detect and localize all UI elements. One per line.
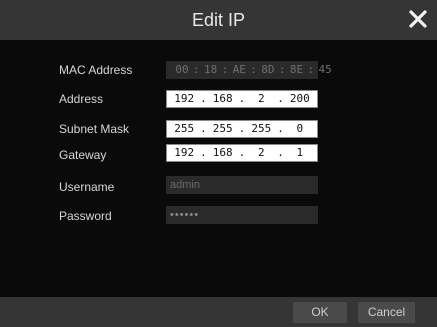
mac-address-label: MAC Address [59, 63, 133, 77]
close-icon[interactable] [407, 8, 429, 30]
mac-address-field: 00: 18: AE: 8D: 8E: 45 [166, 61, 332, 79]
gateway-octet[interactable]: 1 [289, 144, 311, 162]
dialog-titlebar: Edit IP [0, 0, 437, 40]
address-octet[interactable]: 200 [289, 90, 311, 108]
subnet-mask-label: Subnet Mask [59, 122, 130, 136]
username-label: Username [59, 180, 115, 194]
gateway-octet[interactable]: 2 [250, 144, 272, 162]
mac-octet: 00 [175, 63, 189, 76]
subnet-mask-field[interactable]: 255. 255. 255. 0 [166, 120, 318, 138]
username-field[interactable]: admin [166, 176, 318, 194]
ok-button[interactable]: OK [293, 302, 347, 323]
mac-octet: 8D [261, 63, 275, 76]
gateway-label: Gateway [59, 148, 107, 162]
subnet-octet[interactable]: 255 [250, 120, 272, 138]
subnet-octet[interactable]: 0 [289, 120, 311, 138]
mac-octet: AE [232, 63, 246, 76]
gateway-octet[interactable]: 192 [173, 144, 195, 162]
address-label: Address [59, 92, 104, 106]
dialog-footer: OK Cancel [0, 297, 437, 327]
cancel-button[interactable]: Cancel [358, 302, 415, 323]
password-label: Password [59, 209, 112, 223]
address-octet[interactable]: 2 [250, 90, 272, 108]
address-octet[interactable]: 168 [212, 90, 234, 108]
mac-octet: 18 [204, 63, 218, 76]
gateway-octet[interactable]: 168 [212, 144, 234, 162]
mac-octet: 8E [289, 63, 304, 76]
edit-ip-dialog: Edit IP MAC Address 00: 18: AE: 8D: 8E: … [0, 0, 437, 327]
address-octet[interactable]: 192 [173, 90, 195, 108]
address-field[interactable]: 192. 168. 2. 200 [166, 90, 318, 108]
subnet-octet[interactable]: 255 [212, 120, 234, 138]
dialog-title: Edit IP [191, 10, 246, 30]
subnet-octet[interactable]: 255 [173, 120, 195, 138]
dialog-body: MAC Address 00: 18: AE: 8D: 8E: 45 Addre… [0, 40, 437, 297]
mac-octet: 45 [318, 63, 332, 76]
gateway-field[interactable]: 192. 168. 2. 1 [166, 144, 318, 162]
password-field[interactable]: •••••• [166, 206, 318, 224]
